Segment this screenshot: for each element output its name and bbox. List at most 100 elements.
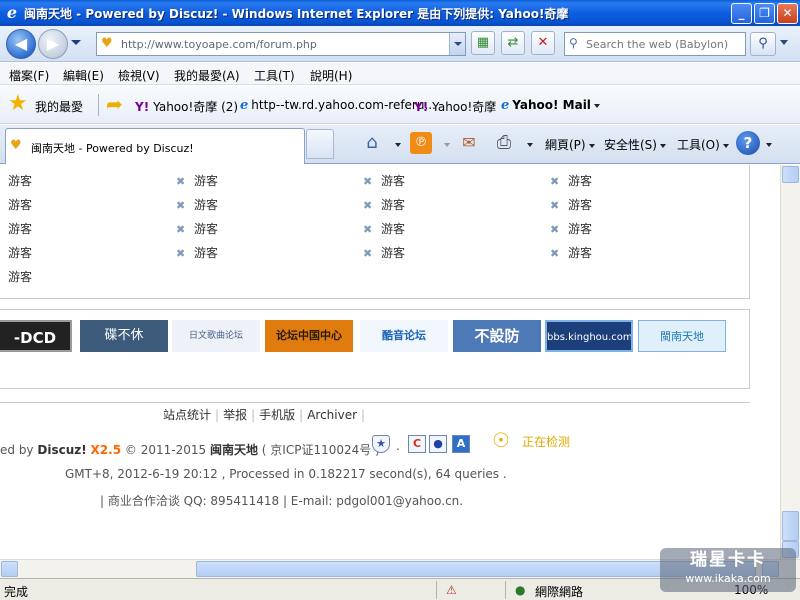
menu-edit[interactable]: 編輯(E) — [63, 67, 104, 84]
close-button[interactable]: ✕ — [777, 3, 798, 24]
discuz-link[interactable]: Discuz! — [37, 443, 86, 457]
footer-link-archiver[interactable]: Archiver — [307, 408, 357, 422]
forward-button[interactable]: ▶ — [38, 29, 68, 59]
home-icon[interactable]: ⌂ — [360, 131, 384, 155]
fav-link-yahoo-kimo-2[interactable]: Y! Yahoo!奇摩 (2) — [135, 98, 238, 115]
chevron-down-icon — [659, 143, 666, 148]
shield-icon[interactable]: ★ — [372, 435, 390, 453]
site-favicon: ♥ — [101, 36, 113, 51]
help-icon[interactable]: ? — [736, 131, 760, 155]
footer-link-mobile[interactable]: 手机版 — [259, 408, 295, 422]
status-divider — [505, 581, 506, 599]
friend-link-logo[interactable]: 閩南天地 — [638, 320, 726, 352]
guest-entry[interactable]: ✖ 游客 — [363, 172, 405, 189]
vertical-scrollbar[interactable] — [780, 165, 800, 559]
help-dropdown-icon[interactable] — [766, 143, 772, 147]
vertical-scroll-thumb[interactable] — [782, 511, 799, 541]
friend-link-logo[interactable]: -DCD — [0, 320, 72, 352]
new-tab-button[interactable] — [306, 129, 334, 159]
guest-icon: ✖ — [363, 199, 373, 212]
print-icon[interactable]: ⎙ — [492, 131, 516, 155]
window-title-bar[interactable]: e 闽南天地 - Powered by Discuz! - Windows In… — [0, 0, 800, 26]
search-box[interactable]: ⚲ — [564, 32, 746, 56]
tools-menu-button[interactable]: 工具(O) — [677, 136, 729, 153]
home-dropdown-icon[interactable] — [395, 143, 401, 147]
search-input[interactable] — [586, 36, 741, 52]
guest-entry[interactable]: 游客 — [8, 196, 32, 213]
tab-title: 闽南天地 - Powered by Discuz! — [31, 142, 194, 155]
window-title: 闽南天地 - Powered by Discuz! - Windows Inte… — [24, 7, 569, 21]
back-button[interactable]: ◀ — [6, 29, 36, 59]
guest-entry[interactable]: ✖ 游客 — [363, 244, 405, 261]
favorites-star-icon[interactable]: ★ — [8, 92, 28, 116]
address-bar[interactable]: ♥ — [96, 32, 466, 56]
menu-favorites[interactable]: 我的最愛(A) — [174, 67, 240, 84]
recent-pages-dropdown[interactable] — [71, 40, 81, 45]
fav-link-yahoo-referral[interactable]: e http--tw.rd.yahoo.com-referu... — [240, 98, 436, 113]
menu-file[interactable]: 檔案(F) — [9, 67, 49, 84]
baidu-paw-icon[interactable]: ● — [429, 435, 447, 453]
minimize-button[interactable]: _ — [731, 3, 752, 24]
guest-entry[interactable]: 游客 — [8, 268, 32, 285]
scroll-left-button[interactable] — [1, 561, 18, 577]
menu-view[interactable]: 檢視(V) — [118, 67, 160, 84]
stop-icon[interactable]: ✕ — [531, 31, 555, 55]
favorites-button[interactable]: 我的最愛 — [35, 98, 83, 115]
tab-active[interactable]: ♥ 闽南天地 - Powered by Discuz! — [5, 128, 305, 164]
guest-entry[interactable]: ✖ 游客 — [363, 220, 405, 237]
scroll-up-button[interactable] — [782, 166, 799, 183]
icp-link[interactable]: ( 京ICP证110024号 ) — [262, 443, 380, 457]
guest-entry[interactable]: ✖ 游客 — [550, 196, 592, 213]
address-dropdown[interactable] — [449, 33, 465, 55]
alexa-icon[interactable]: A — [452, 435, 470, 453]
protected-mode-icon[interactable]: ⚠ — [446, 583, 457, 597]
search-button[interactable]: ⚲ — [750, 32, 776, 56]
guest-entry[interactable]: ✖ 游客 — [550, 220, 592, 237]
detecting-status[interactable]: 正在检测 — [522, 433, 570, 450]
guest-icon: ✖ — [363, 175, 373, 188]
feeds-dropdown-icon[interactable] — [444, 143, 450, 147]
guest-icon: ✖ — [176, 223, 186, 236]
read-mail-icon[interactable]: ✉ — [457, 131, 481, 155]
safety-menu-button[interactable]: 安全性(S) — [604, 136, 666, 153]
friend-link-logo[interactable]: 不設防 — [453, 320, 541, 352]
guest-icon: ✖ — [550, 223, 560, 236]
compatibility-view-button[interactable]: ▦ — [471, 31, 495, 55]
guest-entry[interactable]: ✖ 游客 — [176, 220, 218, 237]
friend-link-logo[interactable]: 酷音论坛 — [360, 320, 448, 352]
chevron-down-icon — [588, 143, 595, 148]
page-menu-button[interactable]: 網頁(P) — [545, 136, 595, 153]
status-divider — [436, 581, 437, 599]
guest-entry[interactable]: ✖ 游客 — [176, 196, 218, 213]
guest-entry[interactable]: 游客 — [8, 244, 32, 261]
cnzz-icon[interactable]: C — [408, 435, 426, 453]
footer-link-report[interactable]: 举报 — [223, 408, 247, 422]
site-name-link[interactable]: 闽南天地 — [210, 443, 258, 457]
menu-tools[interactable]: 工具(T) — [254, 67, 295, 84]
guest-entry[interactable]: ✖ 游客 — [363, 196, 405, 213]
guest-entry[interactable]: ✖ 游客 — [550, 244, 592, 261]
friend-link-logo[interactable]: bbs.kinghou.com — [545, 320, 633, 352]
address-input[interactable] — [121, 36, 441, 52]
fav-link-yahoo-kimo[interactable]: Y! Yahoo!奇摩 — [414, 98, 496, 115]
guest-entry[interactable]: 游客 — [8, 172, 32, 189]
security-zone[interactable]: 網際網路 — [535, 583, 583, 600]
print-dropdown-icon[interactable] — [527, 143, 533, 147]
feeds-icon[interactable]: ℗ — [410, 132, 432, 154]
refresh-icon[interactable]: ⇄ — [501, 31, 525, 55]
friend-links-box: -DCD 碟不休 日文歌曲论坛 论坛中国中心 酷音论坛 不設防 bbs.king… — [0, 309, 750, 389]
search-options-dropdown[interactable] — [780, 40, 788, 45]
friend-link-logo[interactable]: 论坛中国中心 — [265, 320, 353, 352]
add-to-favorites-icon[interactable]: ➦ — [106, 93, 123, 115]
maximize-button[interactable]: ❐ — [754, 3, 775, 24]
guest-entry[interactable]: ✖ 游客 — [176, 244, 218, 261]
fav-link-yahoo-mail[interactable]: e Yahoo! Mail — [501, 98, 600, 113]
menu-help[interactable]: 說明(H) — [310, 67, 352, 84]
friend-link-logo[interactable]: 日文歌曲论坛 — [172, 320, 260, 352]
guest-entry[interactable]: 游客 — [8, 220, 32, 237]
footer-link-stats[interactable]: 站点统计 — [163, 408, 211, 422]
footer-nav: 站点统计 | 举报 | 手机版 | Archiver | — [163, 406, 369, 423]
guest-entry[interactable]: ✖ 游客 — [550, 172, 592, 189]
guest-entry[interactable]: ✖ 游客 — [176, 172, 218, 189]
friend-link-logo[interactable]: 碟不休 — [80, 320, 168, 352]
